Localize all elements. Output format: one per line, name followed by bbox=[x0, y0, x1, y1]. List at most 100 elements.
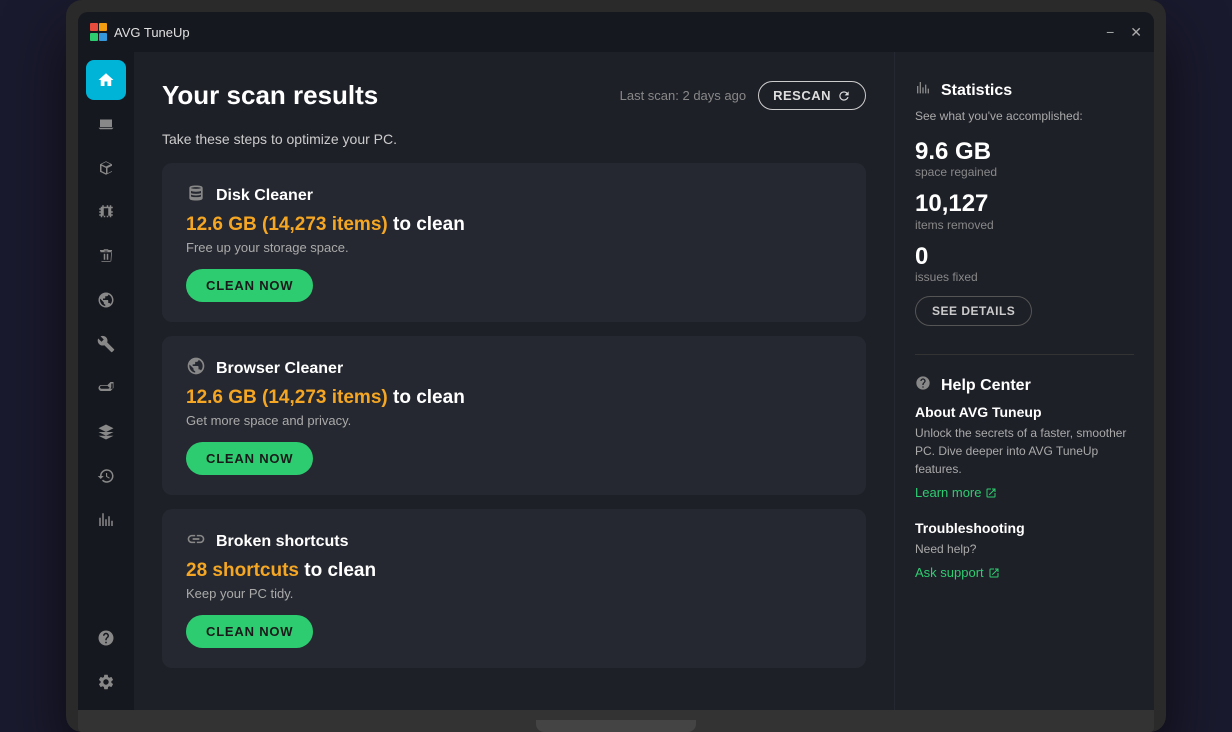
close-button[interactable]: ✕ bbox=[1130, 25, 1142, 39]
broken-shortcuts-icon bbox=[186, 529, 206, 554]
stat-items-label: items removed bbox=[915, 218, 1134, 232]
title-bar-logo: AVG TuneUp bbox=[90, 23, 1098, 41]
chip-icon bbox=[97, 203, 115, 221]
disk-cleaner-normal: to clean bbox=[393, 214, 465, 235]
app-body: Your scan results Last scan: 2 days ago … bbox=[78, 52, 1154, 710]
broken-shortcuts-normal: to clean bbox=[304, 560, 376, 581]
last-scan-text: Last scan: 2 days ago bbox=[620, 88, 746, 103]
trash-icon bbox=[97, 247, 115, 265]
broken-shortcuts-header: Broken shortcuts bbox=[186, 529, 842, 554]
broken-shortcuts-stat: 28 shortcuts to clean bbox=[186, 560, 842, 582]
disk-cleaner-card: Disk Cleaner 12.6 GB (14,273 items) to c… bbox=[162, 163, 866, 322]
browser-cleaner-icon bbox=[186, 356, 206, 381]
sidebar-item-history[interactable] bbox=[86, 456, 126, 496]
home-icon bbox=[97, 71, 115, 89]
stat-space-label: space regained bbox=[915, 165, 1134, 179]
title-bar-controls: − ✕ bbox=[1106, 25, 1142, 39]
see-details-button[interactable]: SEE DETAILS bbox=[915, 296, 1032, 326]
stat-space-regained: 9.6 GB bbox=[915, 139, 1134, 165]
ask-support-external-icon bbox=[988, 567, 1000, 579]
wrench-icon bbox=[97, 335, 115, 353]
history-icon bbox=[97, 467, 115, 485]
sidebar-item-helpquestion[interactable] bbox=[86, 618, 126, 658]
help-center-section: Help Center About AVG Tuneup Unlock the … bbox=[915, 375, 1134, 582]
sidebar-item-home[interactable] bbox=[86, 60, 126, 100]
browser-cleaner-header: Browser Cleaner bbox=[186, 356, 842, 381]
sidebar-item-laptop[interactable] bbox=[86, 104, 126, 144]
sidebar-item-chart[interactable] bbox=[86, 500, 126, 540]
ask-support-link[interactable]: Ask support bbox=[915, 565, 1000, 580]
avg-logo-icon bbox=[90, 23, 108, 41]
sidebar-item-vacuum[interactable] bbox=[86, 368, 126, 408]
sidebar-item-settings[interactable] bbox=[86, 662, 126, 702]
disk-icon bbox=[186, 183, 206, 203]
logo-cell-blue bbox=[99, 33, 107, 41]
right-panel: Statistics See what you've accomplished:… bbox=[894, 52, 1154, 710]
external-link-icon bbox=[985, 487, 997, 499]
page-header: Your scan results Last scan: 2 days ago … bbox=[162, 80, 866, 111]
broken-shortcuts-card: Broken shortcuts 28 shortcuts to clean K… bbox=[162, 509, 866, 668]
help-about-desc: Unlock the secrets of a faster, smoother… bbox=[915, 424, 1134, 478]
sidebar-item-chip[interactable] bbox=[86, 192, 126, 232]
statistics-title: Statistics bbox=[915, 80, 1134, 101]
browser-cleaner-desc: Get more space and privacy. bbox=[186, 413, 842, 428]
browser-cleaner-title: Browser Cleaner bbox=[216, 360, 343, 378]
disk-cleaner-highlight: 12.6 GB (14,273 items) bbox=[186, 214, 388, 235]
box-icon bbox=[97, 159, 115, 177]
logo-cell-orange bbox=[99, 23, 107, 31]
browser-cleaner-stat: 12.6 GB (14,273 items) to clean bbox=[186, 387, 842, 409]
page-title: Your scan results bbox=[162, 80, 378, 111]
title-bar: AVG TuneUp − ✕ bbox=[78, 12, 1154, 52]
globe-icon bbox=[97, 291, 115, 309]
rescan-icon bbox=[837, 89, 851, 103]
sidebar-item-box[interactable] bbox=[86, 148, 126, 188]
disk-cleaner-icon bbox=[186, 183, 206, 208]
browser-cleaner-button[interactable]: CLEAN NOW bbox=[186, 442, 313, 475]
help-item-about: About AVG Tuneup Unlock the secrets of a… bbox=[915, 404, 1134, 502]
shortcut-icon bbox=[186, 529, 206, 549]
stack-icon bbox=[97, 423, 115, 441]
stat-items-removed: 10,127 bbox=[915, 191, 1134, 217]
broken-shortcuts-title: Broken shortcuts bbox=[216, 533, 348, 551]
chart-icon bbox=[97, 511, 115, 529]
disk-cleaner-stat: 12.6 GB (14,273 items) to clean bbox=[186, 214, 842, 236]
subtitle: Take these steps to optimize your PC. bbox=[162, 131, 866, 147]
help-center-icon bbox=[915, 375, 931, 396]
broken-shortcuts-desc: Keep your PC tidy. bbox=[186, 586, 842, 601]
settings-icon bbox=[97, 673, 115, 691]
help-center-title: Help Center bbox=[915, 375, 1134, 396]
sidebar bbox=[78, 52, 134, 710]
statistics-section: Statistics See what you've accomplished:… bbox=[915, 80, 1134, 326]
header-right: Last scan: 2 days ago RESCAN bbox=[620, 81, 866, 110]
sidebar-item-trash[interactable] bbox=[86, 236, 126, 276]
main-content: Your scan results Last scan: 2 days ago … bbox=[134, 52, 894, 710]
stat-issues-label: issues fixed bbox=[915, 270, 1134, 284]
sidebar-item-wrench[interactable] bbox=[86, 324, 126, 364]
disk-cleaner-title: Disk Cleaner bbox=[216, 187, 313, 205]
disk-cleaner-header: Disk Cleaner bbox=[186, 183, 842, 208]
laptop-wrapper: AVG TuneUp − ✕ bbox=[66, 0, 1166, 732]
help-circle-icon bbox=[915, 375, 931, 391]
disk-cleaner-desc: Free up your storage space. bbox=[186, 240, 842, 255]
statistics-icon bbox=[915, 80, 931, 101]
statistics-subtitle: See what you've accomplished: bbox=[915, 109, 1134, 123]
laptop-icon bbox=[97, 115, 115, 133]
sidebar-item-stack[interactable] bbox=[86, 412, 126, 452]
app-window: AVG TuneUp − ✕ bbox=[78, 12, 1154, 710]
laptop-bottom bbox=[78, 710, 1154, 732]
help-about-title: About AVG Tuneup bbox=[915, 404, 1134, 420]
help-troubleshooting-title: Troubleshooting bbox=[915, 520, 1134, 536]
browser-cleaner-normal: to clean bbox=[393, 387, 465, 408]
help-item-troubleshooting: Troubleshooting Need help? Ask support bbox=[915, 520, 1134, 582]
logo-cell-green bbox=[90, 33, 98, 41]
minimize-button[interactable]: − bbox=[1106, 25, 1114, 39]
app-title: AVG TuneUp bbox=[114, 25, 190, 40]
stat-issues-fixed: 0 bbox=[915, 244, 1134, 270]
rescan-button[interactable]: RESCAN bbox=[758, 81, 866, 110]
broken-shortcuts-highlight: 28 shortcuts bbox=[186, 560, 299, 581]
broken-shortcuts-button[interactable]: CLEAN NOW bbox=[186, 615, 313, 648]
learn-more-link[interactable]: Learn more bbox=[915, 485, 997, 500]
sidebar-item-globe[interactable] bbox=[86, 280, 126, 320]
laptop-notch bbox=[536, 720, 696, 732]
disk-cleaner-button[interactable]: CLEAN NOW bbox=[186, 269, 313, 302]
